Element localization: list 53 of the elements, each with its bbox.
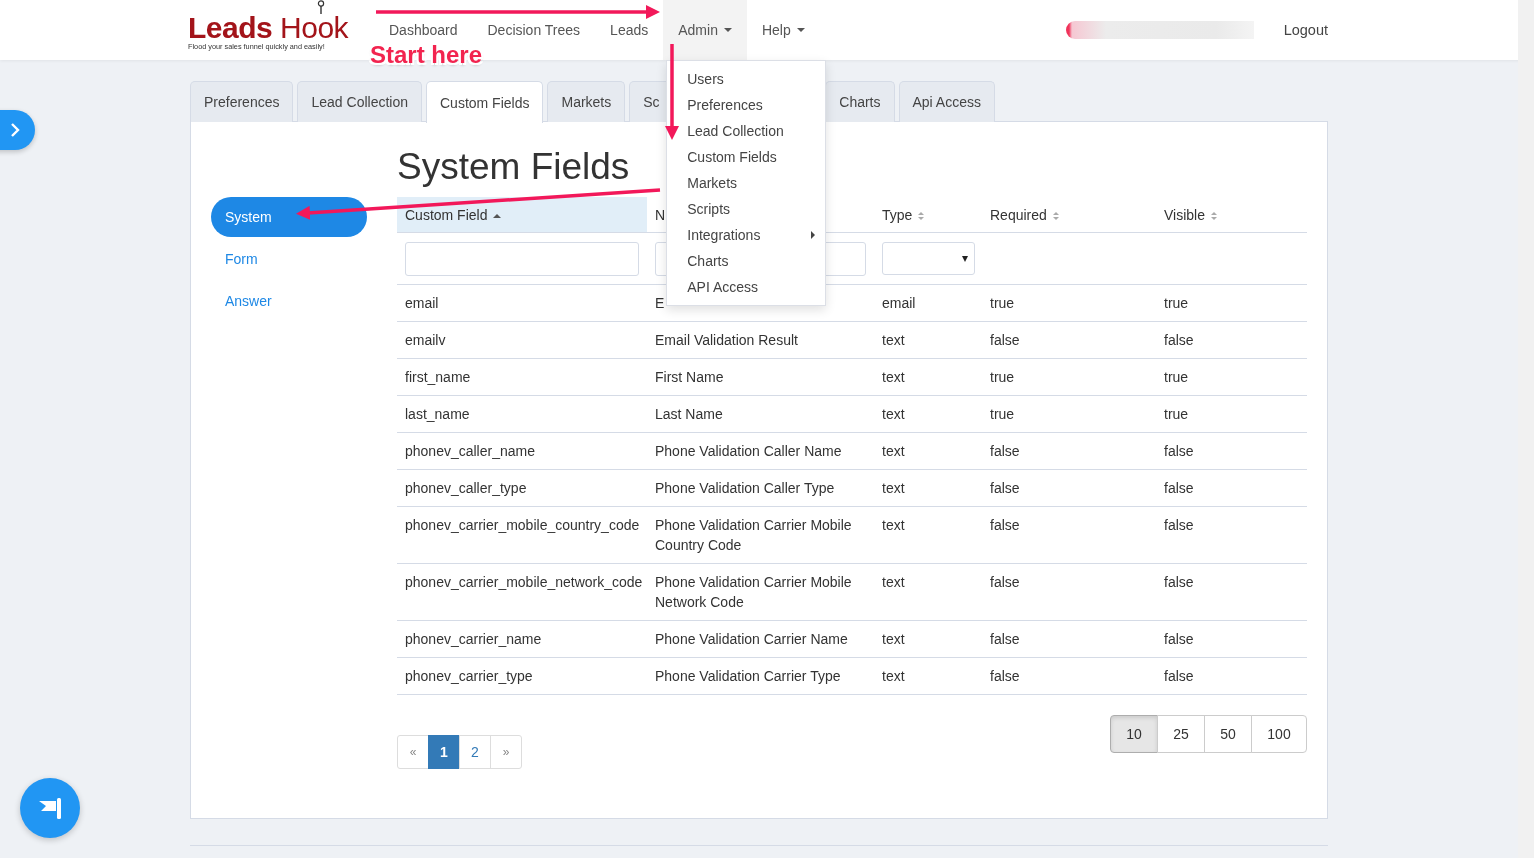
table-cell: Email Validation Result xyxy=(655,332,798,348)
table-cell: false xyxy=(990,332,1020,348)
annotation-label: Start here xyxy=(370,41,483,69)
table-cell: text xyxy=(882,631,905,647)
table-cell: phonev_carrier_name xyxy=(405,631,542,647)
table-cell: false xyxy=(1164,517,1194,533)
table-cell: email xyxy=(882,295,916,311)
table-cell: Phone Validation Caller Type xyxy=(655,480,835,496)
logo-title: Leads Hook xyxy=(188,14,350,42)
table-cell: true xyxy=(990,295,1015,311)
table-cell: true xyxy=(1164,295,1189,311)
table-cell: false xyxy=(1164,574,1194,590)
table-cell: phonev_carrier_mobile_network_code xyxy=(405,574,643,590)
table-cell: text xyxy=(882,574,905,590)
table-cell: text xyxy=(882,443,905,459)
table-cell: false xyxy=(990,574,1020,590)
table-cell: false xyxy=(990,668,1020,684)
table-cell: false xyxy=(1164,480,1194,496)
table-cell: text xyxy=(882,332,905,348)
table-cell: Phone Validation Carrier Name xyxy=(655,631,848,647)
table-cell: E xyxy=(655,295,665,311)
table-cell: true xyxy=(990,406,1015,422)
table-cell: Phone Validation Carrier Mobile Country Code xyxy=(655,517,852,553)
table-cell: false xyxy=(1164,332,1194,348)
table-cell: text xyxy=(882,668,905,684)
table-cell: false xyxy=(1164,443,1194,459)
table-cell: false xyxy=(990,480,1020,496)
table-cell: phonev_caller_type xyxy=(405,480,527,496)
page-heading: System Fields xyxy=(397,147,630,187)
table-cell: phonev_carrier_type xyxy=(405,668,533,684)
table-cell: false xyxy=(990,443,1020,459)
table-cell: text xyxy=(882,369,905,385)
table-cell: First Name xyxy=(655,369,724,385)
table-cell: Phone Validation Carrier Mobile Network Code xyxy=(655,574,852,610)
table-cell: first_name xyxy=(405,369,471,385)
table-cell: false xyxy=(1164,668,1194,684)
table-cell: true xyxy=(1164,406,1189,422)
table-cell: text xyxy=(882,517,905,533)
table-cell: Phone Validation Caller Name xyxy=(655,443,842,459)
table-cell: emailv xyxy=(405,332,446,348)
table-cell: phonev_caller_name xyxy=(405,443,535,459)
table-cell: text xyxy=(882,406,905,422)
table-cell: false xyxy=(1164,631,1194,647)
table-cell: email xyxy=(405,295,439,311)
table-cell: false xyxy=(990,517,1020,533)
table-cell: phonev_carrier_mobile_country_code xyxy=(405,517,640,533)
table-cell: Phone Validation Carrier Type xyxy=(655,668,841,684)
table-cell: true xyxy=(1164,369,1189,385)
table-cell: false xyxy=(990,631,1020,647)
table-cell: text xyxy=(882,480,905,496)
table-cell: Last Name xyxy=(655,406,723,422)
table-cell: true xyxy=(990,369,1015,385)
table-cell: last_name xyxy=(405,406,470,422)
